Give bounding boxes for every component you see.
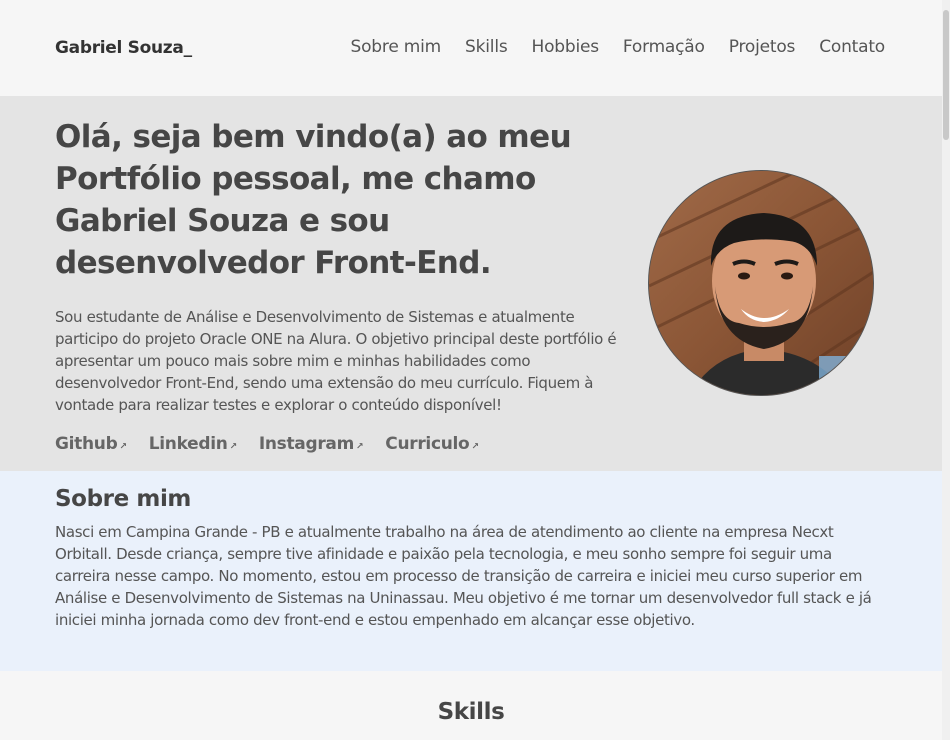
github-link-label: Github <box>55 434 118 454</box>
external-link-icon: ↗ <box>229 442 238 452</box>
social-links: Github ↗ Linkedin ↗ Instagram ↗ Curriculo ↗ <box>55 434 479 454</box>
about-text: Nasci em Campina Grande - PB e atualment… <box>55 523 872 629</box>
skills-title: Skills <box>437 699 505 725</box>
nav-link-skills[interactable]: Skills <box>465 37 508 57</box>
main-nav: Sobre mim Skills Hobbies Formação Projet… <box>351 37 886 57</box>
skills-section: Skills <box>0 671 942 740</box>
external-link-icon: ↗ <box>471 442 479 452</box>
page-scrollbar[interactable] <box>942 0 950 740</box>
linkedin-link-label: Linkedin <box>148 434 228 454</box>
external-link-icon: ↗ <box>119 442 127 452</box>
about-section: Sobre mim Nasci em Campina Grande - PB e… <box>0 471 942 671</box>
curriculo-link-label: Curriculo <box>385 434 470 454</box>
instagram-link[interactable]: Instagram ↗ <box>258 434 364 454</box>
github-link[interactable]: Github ↗ <box>55 434 127 454</box>
profile-photo <box>648 170 874 396</box>
instagram-link-label: Instagram <box>258 434 355 454</box>
about-title: Sobre mim <box>55 486 191 512</box>
nav-link-contato[interactable]: Contato <box>819 37 885 57</box>
site-logo[interactable]: Gabriel Souza_ <box>55 38 192 58</box>
site-header: Gabriel Souza_ Sobre mim Skills Hobbies … <box>0 0 942 96</box>
linkedin-link[interactable]: Linkedin ↗ <box>149 434 237 454</box>
hero-title: Olá, seja bem vindo(a) ao meu Portfólio … <box>55 119 572 281</box>
nav-link-sobre-mim[interactable]: Sobre mim <box>351 37 442 57</box>
scrollbar-thumb[interactable] <box>943 10 949 140</box>
external-link-icon: ↗ <box>356 442 364 452</box>
curriculo-link[interactable]: Curriculo ↗ <box>385 434 479 454</box>
nav-link-hobbies[interactable]: Hobbies <box>532 37 600 57</box>
hero-description: Sou estudante de Análise e Desenvolvimen… <box>55 308 617 414</box>
nav-link-formacao[interactable]: Formação <box>623 37 705 57</box>
hero-section: Olá, seja bem vindo(a) ao meu Portfólio … <box>0 96 942 471</box>
nav-link-projetos[interactable]: Projetos <box>729 37 796 57</box>
